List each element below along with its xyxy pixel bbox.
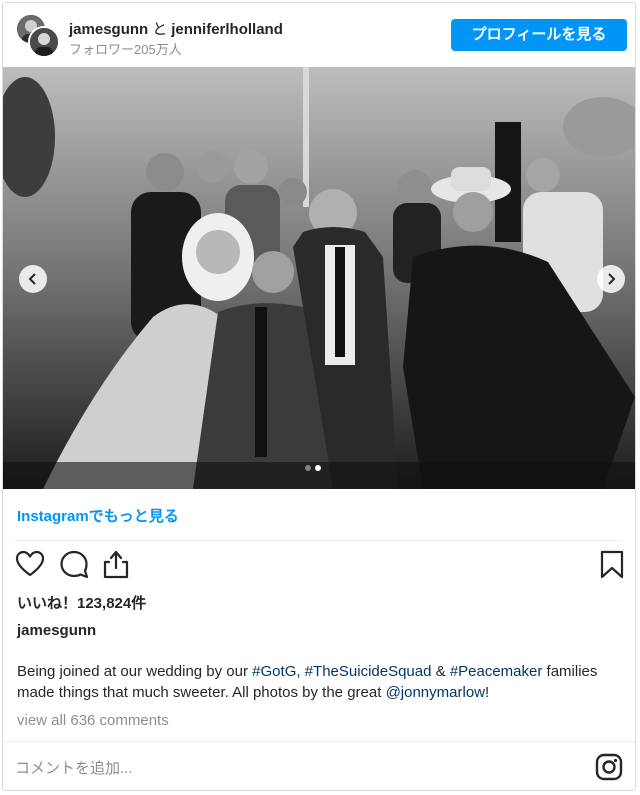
like-button[interactable] [15, 549, 47, 581]
avatar-group[interactable] [15, 13, 60, 58]
hashtag-link[interactable]: #TheSuicideSquad [305, 663, 432, 680]
account-names: jamesgunn と jenniferlholland [69, 18, 283, 39]
post-author-username[interactable]: jamesgunn [17, 622, 96, 639]
comment-button[interactable] [59, 549, 91, 581]
heart-icon [15, 550, 45, 577]
caption-text: , [296, 663, 305, 680]
comment-icon [60, 550, 89, 579]
bookmark-button[interactable] [597, 549, 629, 581]
caption-text: ! [485, 684, 490, 701]
mention-link[interactable]: @jonnymarlow [386, 684, 485, 701]
avatar-jenniferlholland[interactable] [28, 26, 60, 58]
bookmark-icon [600, 550, 624, 579]
view-all-comments-link[interactable]: view all 636 comments [17, 712, 169, 729]
carousel-prev-button[interactable] [19, 265, 47, 293]
instagram-logo-link[interactable] [595, 753, 623, 781]
instagram-embed-card: jamesgunn と jenniferlholland フォロワー205万人 プロ… [2, 2, 636, 791]
share-button[interactable] [101, 549, 133, 581]
follower-count: フォロワー205万人 [69, 42, 182, 57]
chevron-left-icon [28, 273, 36, 285]
carousel-dot-active [315, 465, 321, 471]
account-separator: と [152, 21, 168, 38]
view-more-on-instagram-link[interactable]: Instagramでもっと見る [17, 505, 179, 526]
share-icon [103, 550, 129, 579]
hashtag-link[interactable]: #GotG [252, 663, 296, 680]
photo-image [3, 67, 635, 489]
add-comment-input[interactable] [15, 755, 575, 781]
post-caption: Being joined at our wedding by our #GotG… [17, 661, 621, 703]
comment-divider [3, 741, 635, 742]
account-primary-link[interactable]: jamesgunn [69, 21, 148, 38]
chevron-right-icon [608, 273, 616, 285]
action-bar [13, 549, 625, 583]
like-count[interactable]: いいね！123,824件 [17, 592, 146, 613]
carousel-next-button[interactable] [597, 265, 625, 293]
hashtag-link[interactable]: #Peacemaker [450, 663, 543, 680]
carousel-dots [305, 465, 321, 471]
post-photo[interactable] [3, 67, 635, 489]
account-secondary-link[interactable]: jenniferlholland [171, 21, 283, 38]
divider [15, 540, 623, 541]
caption-text: Being joined at our wedding by our [17, 663, 253, 680]
carousel-dot [305, 465, 311, 471]
post-header: jamesgunn と jenniferlholland フォロワー205万人 プロ… [3, 3, 635, 67]
instagram-icon [595, 753, 623, 781]
caption-text: & [431, 663, 450, 680]
view-profile-button[interactable]: プロフィールを見る [451, 19, 627, 51]
